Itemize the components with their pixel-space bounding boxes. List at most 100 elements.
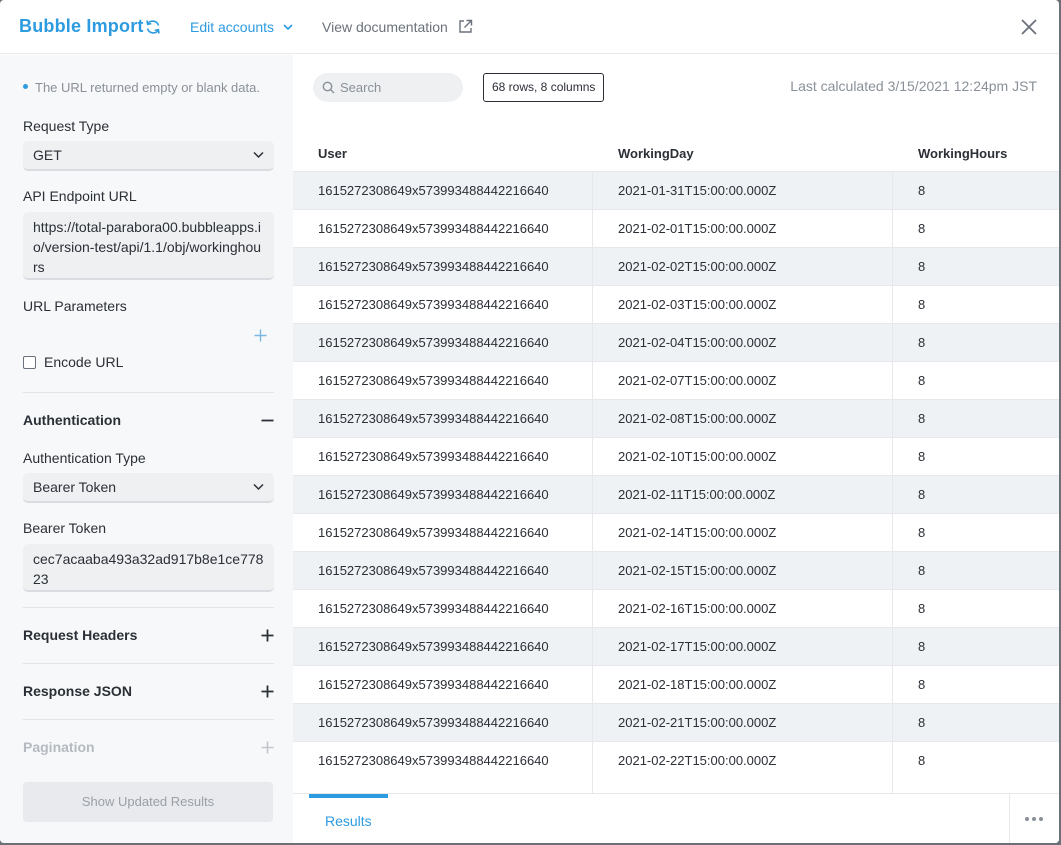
- table-cell: 2021-02-17T15:00:00.000Z: [618, 639, 777, 654]
- table-cell: 1615272308649x573993488442216640: [318, 373, 549, 388]
- table-cell: 1615272308649x573993488442216640: [318, 221, 549, 236]
- table-cell: 2021-02-15T15:00:00.000Z: [618, 563, 777, 578]
- table-cell: 8: [918, 487, 926, 502]
- table-row[interactable]: 1615272308649x573993488442216640 2021-02-…: [293, 665, 1059, 703]
- table-row[interactable]: 1615272308649x573993488442216640 2021-02-…: [293, 437, 1059, 475]
- rows-columns-badge: 68 rows, 8 columns: [483, 73, 605, 102]
- active-tab-indicator: [309, 794, 388, 798]
- tab-results[interactable]: Results: [309, 794, 388, 843]
- divider: [23, 663, 274, 664]
- column-header[interactable]: WorkingDay: [618, 146, 694, 161]
- endpoint-url-input[interactable]: https://total-parabora00.bubbleapps.io/v…: [23, 212, 274, 280]
- table-header-row: User WorkingDay WorkingHours: [293, 135, 1059, 171]
- authentication-header[interactable]: Authentication: [23, 412, 121, 428]
- config-panel: The URL returned empty or blank data. Re…: [0, 55, 293, 843]
- table-cell: 2021-02-21T15:00:00.000Z: [618, 715, 777, 730]
- chevron-down-icon[interactable]: [283, 22, 293, 32]
- table-row[interactable]: 1615272308649x573993488442216640 2021-02-…: [293, 627, 1059, 665]
- url-parameters-label: URL Parameters: [23, 298, 127, 314]
- table-cell: 1615272308649x573993488442216640: [318, 297, 549, 312]
- plus-icon[interactable]: [261, 685, 274, 698]
- table-cell: 2021-02-01T15:00:00.000Z: [618, 221, 777, 236]
- table-cell: 1615272308649x573993488442216640: [318, 563, 549, 578]
- table-cell: 8: [918, 259, 926, 274]
- table-cell: 1615272308649x573993488442216640: [318, 183, 549, 198]
- table-row[interactable]: 1615272308649x573993488442216640 2021-02-…: [293, 513, 1059, 551]
- table-cell: 1615272308649x573993488442216640: [318, 487, 549, 502]
- table-cell: 1615272308649x573993488442216640: [318, 449, 549, 464]
- table-row[interactable]: 1615272308649x573993488442216640 2021-02-…: [293, 399, 1059, 437]
- table-row[interactable]: 1615272308649x573993488442216640 2021-02-…: [293, 475, 1059, 513]
- table-row[interactable]: 1615272308649x573993488442216640 2021-02-…: [293, 589, 1059, 627]
- column-header[interactable]: User: [318, 146, 347, 161]
- request-type-label: Request Type: [23, 118, 110, 134]
- auth-type-select[interactable]: Bearer Token: [23, 473, 274, 503]
- column-header[interactable]: WorkingHours: [918, 146, 1007, 161]
- more-horizontal-icon: [1025, 817, 1043, 821]
- chevron-down-icon: [253, 483, 264, 491]
- add-url-parameter-icon[interactable]: [254, 329, 267, 342]
- close-icon[interactable]: [1020, 18, 1038, 36]
- table-cell: 8: [918, 411, 926, 426]
- request-type-select[interactable]: GET: [23, 141, 274, 171]
- table-cell: 2021-02-16T15:00:00.000Z: [618, 601, 777, 616]
- bearer-token-label: Bearer Token: [23, 520, 107, 536]
- table-row[interactable]: 1615272308649x573993488442216640 2021-02-…: [293, 741, 1059, 779]
- pagination-header[interactable]: Pagination: [23, 739, 95, 755]
- table-cell: 2021-02-11T15:00:00.000Z: [618, 487, 776, 502]
- table-row[interactable]: 1615272308649x573993488442216640 2021-02-…: [293, 361, 1059, 399]
- plus-icon[interactable]: [261, 741, 274, 754]
- view-documentation-link[interactable]: View documentation: [322, 19, 448, 35]
- divider: [23, 392, 274, 393]
- table-row[interactable]: 1615272308649x573993488442216640 2021-02-…: [293, 551, 1059, 589]
- bubble-import-modal: Bubble Import Edit accounts View documen…: [0, 0, 1059, 843]
- table-cell: 1615272308649x573993488442216640: [318, 715, 549, 730]
- table-cell: 8: [918, 297, 926, 312]
- modal-title: Bubble Import: [19, 16, 144, 36]
- table-cell: 8: [918, 183, 926, 198]
- table-cell: 2021-02-03T15:00:00.000Z: [618, 297, 777, 312]
- table-cell: 2021-01-31T15:00:00.000Z: [618, 183, 777, 198]
- external-link-icon[interactable]: [458, 19, 473, 34]
- table-cell: 8: [918, 601, 926, 616]
- minus-icon[interactable]: [261, 414, 274, 427]
- table-row[interactable]: 1615272308649x573993488442216640 2021-02-…: [293, 247, 1059, 285]
- table-cell: 8: [918, 449, 926, 464]
- table-cell: 1615272308649x573993488442216640: [318, 411, 549, 426]
- table-cell: 2021-02-02T15:00:00.000Z: [618, 259, 777, 274]
- bearer-token-input[interactable]: cec7acaaba493a32ad917b8e1ce77823: [23, 544, 274, 592]
- table-cell: 2021-02-14T15:00:00.000Z: [618, 525, 777, 540]
- table-cell: 8: [918, 753, 926, 768]
- table-row[interactable]: 1615272308649x573993488442216640 2021-02-…: [293, 703, 1059, 741]
- response-json-header[interactable]: Response JSON: [23, 683, 132, 699]
- request-headers-header[interactable]: Request Headers: [23, 627, 137, 643]
- table-cell: 8: [918, 373, 926, 388]
- table-row[interactable]: 1615272308649x573993488442216640 2021-02-…: [293, 285, 1059, 323]
- table-body: 1615272308649x573993488442216640 2021-01-…: [293, 171, 1059, 779]
- refresh-icon[interactable]: [144, 18, 162, 36]
- table-row[interactable]: 1615272308649x573993488442216640 2021-02-…: [293, 209, 1059, 247]
- tab-results-label: Results: [325, 813, 372, 829]
- auth-type-label: Authentication Type: [23, 450, 146, 466]
- divider: [23, 607, 274, 608]
- more-options-button[interactable]: [1009, 794, 1059, 843]
- table-cell: 8: [918, 563, 926, 578]
- encode-url-checkbox[interactable]: [23, 356, 36, 369]
- search-input[interactable]: Search: [313, 73, 463, 102]
- table-row[interactable]: 1615272308649x573993488442216640 2021-02-…: [293, 323, 1059, 361]
- plus-icon[interactable]: [261, 629, 274, 642]
- table-cell: 8: [918, 221, 926, 236]
- table-row[interactable]: 1615272308649x573993488442216640 2021-01-…: [293, 171, 1059, 209]
- table-cell: 1615272308649x573993488442216640: [318, 335, 549, 350]
- table-cell: 1615272308649x573993488442216640: [318, 677, 549, 692]
- results-table: User WorkingDay WorkingHours 16152723086…: [293, 135, 1059, 793]
- table-cell: 2021-02-10T15:00:00.000Z: [618, 449, 777, 464]
- table-cell: 1615272308649x573993488442216640: [318, 259, 549, 274]
- column-divider: [592, 171, 593, 793]
- show-updated-results-button[interactable]: Show Updated Results: [23, 782, 273, 822]
- edit-accounts-button[interactable]: Edit accounts: [190, 19, 274, 35]
- table-cell: 8: [918, 677, 926, 692]
- table-cell: 8: [918, 335, 926, 350]
- table-cell: 8: [918, 525, 926, 540]
- encode-url-label: Encode URL: [44, 354, 124, 370]
